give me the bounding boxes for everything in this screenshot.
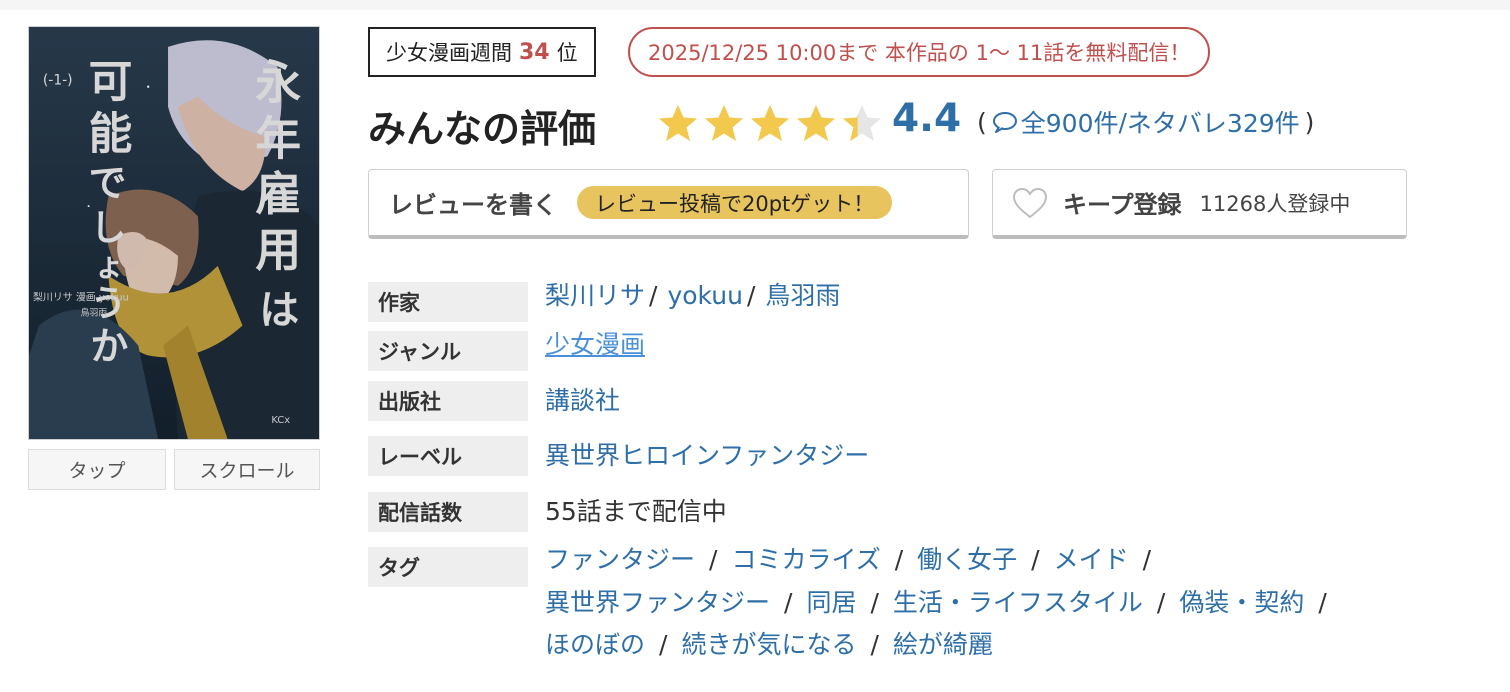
tag-separator: /	[1031, 545, 1040, 574]
tag-separator: /	[784, 588, 793, 617]
review-counts: ( 全900件 / ネタバレ329件 )	[972, 104, 1319, 140]
tag-line: ファンタジー / コミカライズ / 働く女子 / メイド /	[545, 539, 1165, 581]
tap-button[interactable]: タップ	[28, 449, 166, 490]
tag-link[interactable]: コミカライズ	[731, 545, 880, 574]
tag-separator: /	[659, 630, 668, 659]
tag-separator: /	[1142, 545, 1152, 574]
close-paren: )	[1304, 107, 1315, 137]
keep-label: キープ登録	[1063, 191, 1182, 219]
count-separator: /	[1118, 107, 1127, 137]
tag-link[interactable]: 同居	[806, 588, 856, 617]
rank-number: 34	[519, 39, 550, 65]
tag-separator: /	[870, 588, 879, 617]
weekly-rank-badge[interactable]: 少女漫画週間 34 位	[368, 27, 596, 77]
genre-link[interactable]: 少女漫画	[545, 330, 645, 359]
episodes-value: 55話まで配信中	[545, 497, 727, 526]
rating-stars	[656, 102, 886, 144]
genre-label: ジャンル	[368, 331, 528, 371]
tag-link[interactable]: 続きが気になる	[681, 630, 856, 659]
all-reviews-link[interactable]: 全900件	[1021, 104, 1119, 140]
author-link[interactable]: 梨川リサ	[545, 281, 645, 310]
tag-link[interactable]: 絵が綺麗	[893, 630, 993, 659]
rating-title: みんなの評価	[368, 107, 597, 151]
keep-count: 11268人登録中	[1199, 191, 1351, 216]
author-separator: /	[649, 281, 658, 310]
author-values: 梨川リサ / yokuu / 鳥羽雨	[545, 275, 840, 317]
heart-icon	[1012, 187, 1048, 218]
keep-button[interactable]: キープ登録 11268人登録中	[992, 169, 1407, 239]
tag-link[interactable]: ファンタジー	[545, 545, 695, 574]
star-icon	[659, 105, 697, 141]
episodes-label: 配信話数	[368, 492, 528, 532]
free-episodes-notice: 2025/12/25 10:00まで 本作品の 1〜 11話を無料配信！	[628, 27, 1211, 77]
tag-link[interactable]: 働く女子	[917, 545, 1017, 574]
star-icon	[705, 105, 743, 141]
rating-score: 4.4	[892, 96, 962, 141]
publisher-value: 講談社	[545, 380, 620, 422]
cover-image[interactable]: 永 年 雇 用 は 可 能 で し ょ う か (-1-) 梨川リサ 漫画 yo…	[28, 26, 320, 440]
cover-illustration: 永 年 雇 用 は 可 能 で し ょ う か (-1-) 梨川リサ 漫画 yo…	[29, 27, 319, 439]
speech-bubble-icon	[992, 112, 1017, 133]
top-band	[0, 0, 1510, 10]
author-label: 作家	[368, 282, 528, 322]
star-icon	[843, 105, 881, 141]
tag-link[interactable]: 異世界ファンタジー	[545, 588, 770, 617]
author-link[interactable]: yokuu	[667, 281, 743, 310]
tag-link[interactable]: 偽装・契約	[1179, 588, 1304, 617]
rank-suffix: 位	[556, 41, 578, 65]
author-separator: /	[746, 281, 756, 310]
star-icon	[751, 105, 789, 141]
tag-line: 異世界ファンタジー / 同居 / 生活・ライフスタイル / 偽装・契約 /	[545, 582, 1341, 624]
tag-line: ほのぼの / 続きが気になる / 絵が綺麗	[545, 624, 993, 666]
write-review-button[interactable]: レビューを書く レビュー投稿で20ptゲット！	[368, 169, 969, 239]
imprint-link[interactable]: 異世界ヒロインファンタジー	[545, 441, 869, 470]
tag-separator: /	[709, 545, 718, 574]
tag-separator: /	[870, 630, 879, 659]
scroll-button[interactable]: スクロール	[174, 449, 320, 490]
author-link[interactable]: 鳥羽雨	[765, 281, 840, 310]
tag-separator: /	[1156, 588, 1166, 617]
publisher-link[interactable]: 講談社	[545, 386, 620, 415]
tag-separator: /	[1318, 588, 1327, 617]
genre-value: 少女漫画	[545, 324, 645, 366]
rank-prefix: 少女漫画週間	[386, 41, 512, 65]
tag-link[interactable]: メイド	[1054, 545, 1129, 574]
tag-link[interactable]: ほのぼの	[545, 630, 645, 659]
star-icon	[797, 105, 835, 141]
open-paren: (	[977, 107, 987, 137]
publisher-label: 出版社	[368, 381, 528, 421]
write-review-label: レビューを書く	[389, 191, 557, 219]
tag-link[interactable]: 生活・ライフスタイル	[893, 588, 1143, 617]
imprint-label: レーベル	[368, 436, 528, 476]
tags-label: タグ	[368, 547, 528, 587]
imprint-value: 異世界ヒロインファンタジー	[545, 435, 869, 477]
spoiler-reviews-link[interactable]: ネタバレ329件	[1127, 104, 1300, 140]
review-points-pill: レビュー投稿で20ptゲット！	[577, 186, 893, 219]
tag-separator: /	[894, 545, 904, 574]
